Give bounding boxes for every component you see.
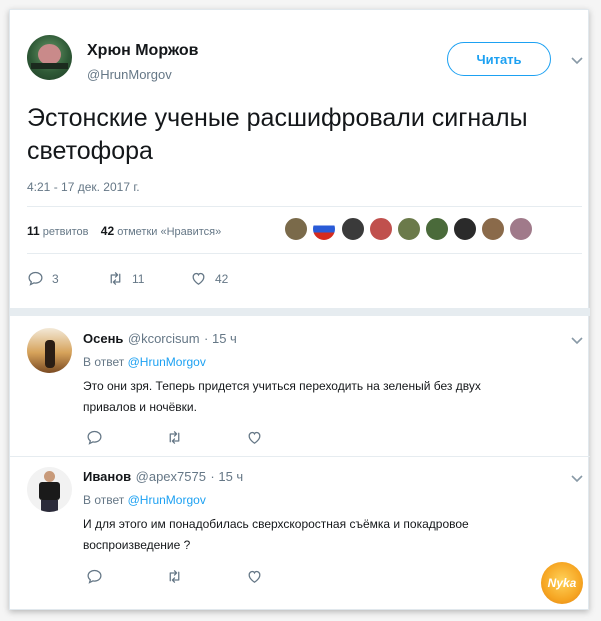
like-button[interactable]: 42 (190, 270, 228, 287)
heart-icon (248, 570, 261, 583)
reply-icon (28, 271, 43, 286)
in-reply-link[interactable]: @HrunMorgov (128, 493, 206, 507)
tweet-stats: 11 ретвитов 42 отметки «Нравится» (27, 224, 221, 238)
tweet-text: Эстонские ученые расшифровали сигналы св… (27, 104, 528, 165)
retweet-icon (169, 570, 180, 583)
reply-avatar[interactable] (27, 328, 72, 373)
retweet-icon (169, 431, 180, 444)
author-avatar[interactable] (27, 35, 72, 80)
reply-icon (87, 430, 102, 445)
retweet-button[interactable] (166, 429, 183, 446)
retweet-button[interactable] (166, 568, 183, 585)
likes-label[interactable]: отметки «Нравится» (117, 226, 221, 238)
likes-count[interactable]: 42 (101, 224, 114, 238)
liker-avatar[interactable] (341, 217, 365, 241)
reply-text-line: воспроизведение ? (83, 538, 191, 552)
reply-avatar[interactable] (27, 467, 72, 512)
retweets-count[interactable]: 11 (27, 224, 40, 238)
chevron-down-icon[interactable] (571, 472, 583, 486)
reply-time[interactable]: · 15 ч (210, 469, 243, 484)
heart-icon (192, 272, 205, 285)
in-reply-prefix: В ответ (83, 493, 125, 507)
follow-button[interactable]: Читать (447, 42, 551, 76)
reply-text: Это они зря. Теперь придется учиться пер… (83, 376, 543, 418)
liker-avatar[interactable] (312, 217, 336, 241)
reply-header: Иванов @apex7575 · 15 ч (83, 468, 243, 486)
reply-header: Осень @kcorcisum · 15 ч (83, 330, 237, 348)
liker-avatar[interactable] (284, 217, 308, 241)
retweet-button[interactable]: 11 (107, 270, 144, 287)
tweet-timestamp[interactable]: 4:21 - 17 дек. 2017 г. (27, 180, 140, 194)
reply-author-handle[interactable]: @kcorcisum (128, 331, 200, 346)
in-reply-to: В ответ @HrunMorgov (83, 493, 206, 507)
divider (27, 253, 582, 254)
reply-text-line: привалов и ночёвки. (83, 400, 197, 414)
in-reply-link[interactable]: @HrunMorgov (128, 355, 206, 369)
reply-author-handle[interactable]: @apex7575 (136, 469, 206, 484)
heart-icon (248, 431, 261, 444)
reply-time[interactable]: · 15 ч (204, 331, 237, 346)
watermark-logo: Nyka (541, 562, 583, 604)
chevron-down-icon[interactable] (571, 54, 583, 68)
liker-avatar[interactable] (509, 217, 533, 241)
retweets-label[interactable]: ретвитов (43, 226, 89, 238)
retweet-icon (110, 272, 121, 285)
reply-button[interactable] (86, 568, 103, 585)
liker-avatar[interactable] (481, 217, 505, 241)
in-reply-prefix: В ответ (83, 355, 125, 369)
reply-author-name[interactable]: Иванов (83, 469, 131, 484)
thread-separator (10, 308, 590, 316)
tweet-card: Хрюн Моржов @HrunMorgov Читать Эстонские… (9, 9, 590, 610)
liker-avatar[interactable] (369, 217, 393, 241)
author-name[interactable]: Хрюн Моржов (87, 42, 198, 60)
reply-author-name[interactable]: Осень (83, 331, 123, 346)
reply-text: И для этого им понадобилась сверхскорост… (83, 514, 543, 556)
like-button[interactable] (246, 429, 263, 446)
reply-button[interactable]: 3 (27, 270, 59, 287)
divider (27, 206, 582, 207)
retweet-count: 11 (132, 271, 145, 286)
author-handle[interactable]: @HrunMorgov (87, 67, 172, 82)
reply-icon (87, 569, 102, 584)
reply-count: 3 (52, 271, 59, 286)
reply-text-line: И для этого им понадобилась сверхскорост… (83, 517, 469, 531)
liker-avatar[interactable] (397, 217, 421, 241)
like-button[interactable] (246, 568, 263, 585)
reply-button[interactable] (86, 429, 103, 446)
reply-text-line: Это они зря. Теперь придется учиться пер… (83, 379, 481, 393)
like-count: 42 (215, 271, 229, 286)
liker-avatar[interactable] (453, 217, 477, 241)
liker-avatar[interactable] (425, 217, 449, 241)
divider (10, 456, 590, 457)
in-reply-to: В ответ @HrunMorgov (83, 355, 206, 369)
chevron-down-icon[interactable] (571, 334, 583, 348)
